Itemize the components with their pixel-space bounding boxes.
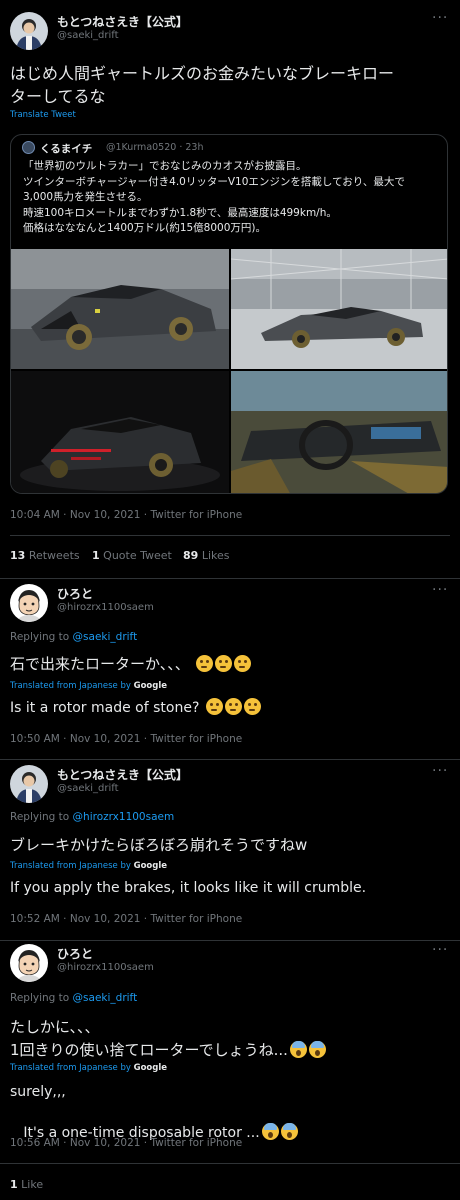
quote-text-line: 「世界初のウルトラカー」でおなじみのカオスがお披露目。 <box>23 160 307 172</box>
author-handle[interactable]: @saeki_drift <box>57 783 119 794</box>
avatar[interactable] <box>10 944 48 982</box>
thinking-face-icon <box>196 655 214 672</box>
thinking-face-icon <box>224 698 242 715</box>
google-label: Google <box>133 1063 168 1073</box>
author-handle[interactable]: @saeki_drift <box>57 30 119 41</box>
likes-stat[interactable]: 89 Likes <box>183 549 229 562</box>
translated-by-prefix: Translated from Japanese by <box>10 861 131 871</box>
reply-text-en-content: Is it a rotor made of stone? <box>10 700 200 716</box>
replying-to-prefix: Replying to <box>10 631 70 643</box>
divider <box>0 940 460 941</box>
author-name[interactable]: ひろと <box>57 945 93 962</box>
divider <box>10 535 450 536</box>
quoted-tweet[interactable]: くるまイチ @1Kurma0520 · 23h 「世界初のウルトラカー」でおなじ… <box>10 134 448 494</box>
reply-text-jp-line: たしかに、、、 <box>10 1018 100 1036</box>
translated-by: Translated from Japanese by Google <box>10 861 167 871</box>
quote-text: 「世界初のウルトラカー」でおなじみのカオスがお披露目。 ツインターボチャージャー… <box>23 159 439 237</box>
tweet-text-line: はじめ人間ギャートルズのお金みたいなブレーキロー <box>10 64 395 83</box>
divider <box>0 1163 460 1164</box>
quote-tweets-stat[interactable]: 1 Quote Tweet <box>92 549 172 562</box>
replying-to: Replying to @saeki_drift <box>10 992 137 1004</box>
quote-tweets-count: 1 <box>92 549 100 562</box>
reply-text-en: If you apply the brakes, it looks like i… <box>10 880 367 896</box>
author-name[interactable]: ひろと <box>57 585 93 602</box>
car-photo-side[interactable] <box>231 249 447 369</box>
quote-text-line: 価格はなななんと1400万ドル(約15億8000万円)。 <box>23 222 266 234</box>
avatar[interactable] <box>10 765 48 803</box>
quote-avatar <box>22 141 35 154</box>
author-handle[interactable]: @hirozrx1100saem <box>57 962 154 973</box>
replying-to-handle-link[interactable]: @saeki_drift <box>73 631 138 643</box>
google-label: Google <box>133 681 168 691</box>
car-photo-interior[interactable] <box>231 371 447 493</box>
quote-text-line: 時速100キロメートルまでわずか1.8秒で、最高速度は499km/h。 <box>23 206 337 219</box>
quote-author-name: くるまイチ <box>40 143 93 155</box>
likes-stat[interactable]: 1 Like <box>10 1178 43 1191</box>
reply-text-jp-content: 1回きりの使い捨てローターでしょうね... <box>10 1041 288 1059</box>
likes-count: 89 <box>183 549 199 562</box>
tweet-timestamp[interactable]: 10:52 AM · Nov 10, 2021 · Twitter for iP… <box>10 913 242 925</box>
replying-to-prefix: Replying to <box>10 811 70 823</box>
tweet-timestamp[interactable]: 10:50 AM · Nov 10, 2021 · Twitter for iP… <box>10 733 242 745</box>
translated-by: Translated from Japanese by Google <box>10 1063 167 1073</box>
thinking-face-icon <box>215 655 233 672</box>
replying-to: Replying to @hirozrx1100saem <box>10 811 174 823</box>
likes-count: 1 <box>10 1178 18 1191</box>
translated-by-prefix: Translated from Japanese by <box>10 681 131 691</box>
avatar[interactable] <box>10 584 48 622</box>
reply-text-jp-content: 石で出来たローターか、、、 <box>10 655 190 673</box>
quote-tweets-label: Quote Tweet <box>103 549 172 562</box>
reply-text-en-line: surely,,, <box>10 1084 66 1100</box>
reply-text-jp-line: 1回きりの使い捨てローターでしょうね... <box>10 1039 326 1061</box>
translated-by: Translated from Japanese by Google <box>10 681 167 691</box>
tweet-timestamp[interactable]: 10:04 AM · Nov 10, 2021 · Twitter for iP… <box>10 509 242 521</box>
divider <box>0 578 460 579</box>
divider <box>0 759 460 760</box>
screaming-face-icon <box>308 1041 326 1058</box>
more-options-icon[interactable]: ··· <box>432 763 448 779</box>
screaming-face-icon <box>261 1123 279 1140</box>
quote-text-line: 3,000馬力を発生させる。 <box>23 191 148 203</box>
screaming-face-icon <box>280 1123 298 1140</box>
translated-by-prefix: Translated from Japanese by <box>10 1063 131 1073</box>
thinking-face-icon <box>243 698 261 715</box>
tweet-text-line: ターしてるな <box>10 87 106 106</box>
replying-to-handle-link[interactable]: @saeki_drift <box>73 992 138 1004</box>
tweet-timestamp[interactable]: 10:56 AM · Nov 10, 2021 · Twitter for iP… <box>10 1137 242 1149</box>
quote-text-line: ツインターボチャージャー付き4.0リッターV10エンジンを搭載しており、最大で <box>23 175 405 188</box>
reply-text-en: Is it a rotor made of stone? <box>10 698 261 718</box>
google-label: Google <box>133 861 168 871</box>
quote-author-handle: @1Kurma0520 · 23h <box>106 142 204 153</box>
reply-text-jp: 石で出来たローターか、、、 <box>10 653 252 675</box>
more-options-icon[interactable]: ··· <box>432 942 448 958</box>
author-name[interactable]: もとつねさえき【公式】 <box>57 766 188 783</box>
retweets-label: Retweets <box>28 549 80 562</box>
more-options-icon[interactable]: ··· <box>432 582 448 598</box>
thinking-face-icon <box>234 655 252 672</box>
avatar[interactable] <box>10 12 48 50</box>
replying-to-prefix: Replying to <box>10 992 70 1004</box>
retweets-count: 13 <box>10 549 26 562</box>
likes-label: Likes <box>201 549 230 562</box>
car-photo-rear[interactable] <box>11 371 229 493</box>
car-photo-front[interactable] <box>11 249 229 369</box>
thinking-face-icon <box>205 698 223 715</box>
screaming-face-icon <box>289 1041 307 1058</box>
replying-to: Replying to @saeki_drift <box>10 631 137 643</box>
likes-label: Like <box>21 1178 44 1191</box>
replying-to-handle-link[interactable]: @hirozrx1100saem <box>73 811 175 823</box>
reply-text-jp: ブレーキかけたらぼろぼろ崩れそうですねw <box>10 836 308 854</box>
more-options-icon[interactable]: ··· <box>432 10 448 26</box>
author-handle[interactable]: @hirozrx1100saem <box>57 602 154 613</box>
retweets-stat[interactable]: 13 Retweets <box>10 549 80 562</box>
author-name[interactable]: もとつねさえき【公式】 <box>57 13 188 30</box>
translate-tweet-link[interactable]: Translate Tweet <box>10 110 76 120</box>
